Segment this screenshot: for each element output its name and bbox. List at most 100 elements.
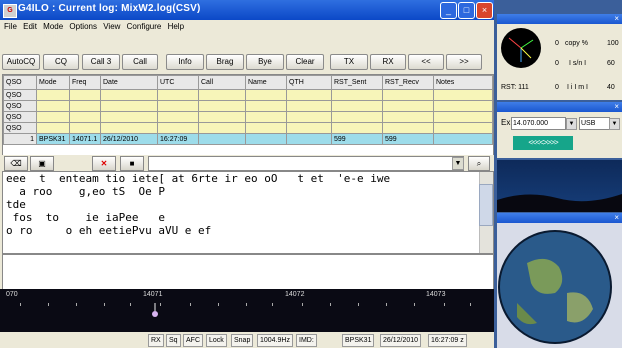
sn-zero: 0 bbox=[555, 60, 559, 67]
status-afc[interactable]: AFC bbox=[183, 334, 203, 347]
table-row[interactable]: QSO bbox=[3, 89, 493, 101]
menu-help[interactable]: Help bbox=[168, 20, 184, 34]
call-button[interactable]: Call bbox=[122, 54, 158, 70]
status-imd: IMD: bbox=[296, 334, 317, 347]
table-row[interactable]: QSO bbox=[3, 100, 493, 112]
pane-close-icon[interactable]: × bbox=[497, 102, 622, 112]
cell-rst-sent[interactable]: 599 bbox=[331, 133, 383, 145]
menu-file[interactable]: File bbox=[4, 20, 17, 34]
table-row[interactable]: QSO bbox=[3, 111, 493, 123]
search-icon[interactable]: ⌕ bbox=[468, 156, 490, 171]
tune-button[interactable]: <<<<>>>> bbox=[513, 136, 573, 150]
eraser-icon[interactable]: ⌫ bbox=[4, 156, 28, 171]
col-rst-recv[interactable]: RST_Recv bbox=[382, 75, 434, 90]
cq-button[interactable]: CQ bbox=[43, 54, 79, 70]
col-qth[interactable]: QTH bbox=[286, 75, 332, 90]
pane-close-icon[interactable]: × bbox=[497, 14, 622, 24]
sn-value: 60 bbox=[607, 60, 615, 67]
copy-value: 100 bbox=[607, 40, 619, 47]
receive-text-area[interactable]: eee t enteam tio iete[ at 6rte ir eo oO … bbox=[2, 171, 494, 254]
status-bar: RX Sq AFC Lock Snap 1004.9Hz IMD: BPSK31… bbox=[0, 332, 494, 348]
macro-select[interactable] bbox=[148, 156, 464, 171]
landscape-picture bbox=[497, 194, 622, 212]
chevron-down-icon[interactable]: ▼ bbox=[452, 157, 464, 170]
log-header-row: QSO Mode Freq Date UTC Call Name QTH RST… bbox=[3, 75, 493, 90]
transmit-text-area[interactable] bbox=[2, 254, 494, 290]
cell-notes[interactable] bbox=[433, 133, 493, 145]
mode-dropdown-icon[interactable]: ▼ bbox=[609, 118, 620, 130]
menu-bar: File Edit Mode Options View Configure He… bbox=[0, 20, 494, 34]
col-name[interactable]: Name bbox=[245, 75, 287, 90]
menu-options[interactable]: Options bbox=[69, 20, 97, 34]
col-qso[interactable]: QSO bbox=[3, 75, 37, 90]
rx-line: o ro o eh eetiePvu aVU e ef bbox=[6, 224, 212, 237]
rx-line: eee t enteam tio iete[ at 6rte ir eo oO … bbox=[6, 172, 391, 185]
col-call[interactable]: Call bbox=[198, 75, 246, 90]
scroll-thumb[interactable] bbox=[479, 184, 493, 226]
col-mode[interactable]: Mode bbox=[36, 75, 70, 90]
rx-line: tde bbox=[6, 198, 26, 211]
log-grid: QSO Mode Freq Date UTC Call Name QTH RST… bbox=[2, 74, 494, 156]
menu-configure[interactable]: Configure bbox=[127, 20, 162, 34]
save-window-icon[interactable]: ▣ bbox=[30, 156, 54, 171]
status-date: 26/12/2010 bbox=[380, 334, 422, 347]
freq-dropdown-icon[interactable]: ▼ bbox=[566, 118, 577, 130]
frequency-field[interactable]: 14.070.000 bbox=[511, 117, 566, 130]
waterfall-display[interactable]: 070 14071 14072 14073 bbox=[0, 289, 494, 332]
level-scale: I i I m I bbox=[567, 84, 588, 91]
minimize-button[interactable]: _ bbox=[440, 2, 457, 19]
mode-select[interactable]: USB bbox=[579, 117, 610, 130]
cell-rst-recv[interactable]: 599 bbox=[382, 133, 434, 145]
copy-label: copy % bbox=[565, 40, 588, 47]
active-log-row[interactable]: 1 BPSK31 14071.1 26/12/2010 16:27:09 599… bbox=[3, 133, 493, 145]
text-tools-bar: ⌫ ▣ ✕ ■ ▼ ⌕ bbox=[0, 155, 494, 171]
title-bar[interactable]: G G4ILO : Current log: MixW2.log(CSV) _ … bbox=[0, 0, 494, 20]
status-mode[interactable]: BPSK31 bbox=[342, 334, 375, 347]
bye-button[interactable]: Bye bbox=[246, 54, 284, 70]
phase-scope bbox=[501, 28, 541, 68]
col-rst-sent[interactable]: RST_Sent bbox=[331, 75, 383, 90]
maximize-button[interactable]: □ bbox=[458, 2, 475, 19]
col-date[interactable]: Date bbox=[100, 75, 158, 90]
tx-button[interactable]: TX bbox=[330, 54, 368, 70]
table-row[interactable]: QSO bbox=[3, 122, 493, 134]
menu-view[interactable]: View bbox=[103, 20, 120, 34]
next-button[interactable]: >> bbox=[446, 54, 482, 70]
cell-date[interactable]: 26/12/2010 bbox=[100, 133, 158, 145]
col-notes[interactable]: Notes bbox=[433, 75, 493, 90]
status-sq[interactable]: Sq bbox=[166, 334, 181, 347]
pane-close-icon[interactable]: × bbox=[497, 213, 622, 223]
clear-button[interactable]: Clear bbox=[286, 54, 324, 70]
cell-mode[interactable]: BPSK31 bbox=[36, 133, 70, 145]
status-rx[interactable]: RX bbox=[148, 334, 164, 347]
delete-icon[interactable]: ✕ bbox=[92, 156, 116, 171]
cell-call[interactable] bbox=[198, 133, 246, 145]
rx-scrollbar[interactable] bbox=[479, 172, 493, 253]
copy-zero: 0 bbox=[555, 40, 559, 47]
rx-line: fos to ie iaPee e bbox=[6, 211, 165, 224]
autocq-button[interactable]: AutoCQ bbox=[2, 54, 40, 70]
sky-image bbox=[497, 160, 622, 212]
close-button[interactable]: × bbox=[476, 2, 493, 19]
col-freq[interactable]: Freq bbox=[69, 75, 101, 90]
cell-utc[interactable]: 16:27:09 bbox=[157, 133, 199, 145]
prev-button[interactable]: << bbox=[408, 54, 444, 70]
menu-edit[interactable]: Edit bbox=[23, 20, 37, 34]
cell-qth[interactable] bbox=[286, 133, 332, 145]
ex-label: Ex bbox=[501, 118, 511, 127]
menu-mode[interactable]: Mode bbox=[43, 20, 63, 34]
rx-button[interactable]: RX bbox=[370, 54, 406, 70]
cell-freq[interactable]: 14071.1 bbox=[69, 133, 101, 145]
disk-icon[interactable]: ■ bbox=[120, 156, 144, 171]
brag-button[interactable]: Brag bbox=[206, 54, 244, 70]
level-value: 40 bbox=[607, 84, 615, 91]
status-snap[interactable]: Snap bbox=[231, 334, 254, 347]
sn-label: I s/n I bbox=[569, 60, 587, 67]
globe-map bbox=[498, 230, 612, 344]
status-lock[interactable]: Lock bbox=[206, 334, 227, 347]
macro-toolbar: AutoCQ CQ Call 3 Call Info Brag Bye Clea… bbox=[0, 34, 494, 74]
col-utc[interactable]: UTC bbox=[157, 75, 199, 90]
info-button[interactable]: Info bbox=[166, 54, 204, 70]
cell-name[interactable] bbox=[245, 133, 287, 145]
call3-button[interactable]: Call 3 bbox=[82, 54, 120, 70]
